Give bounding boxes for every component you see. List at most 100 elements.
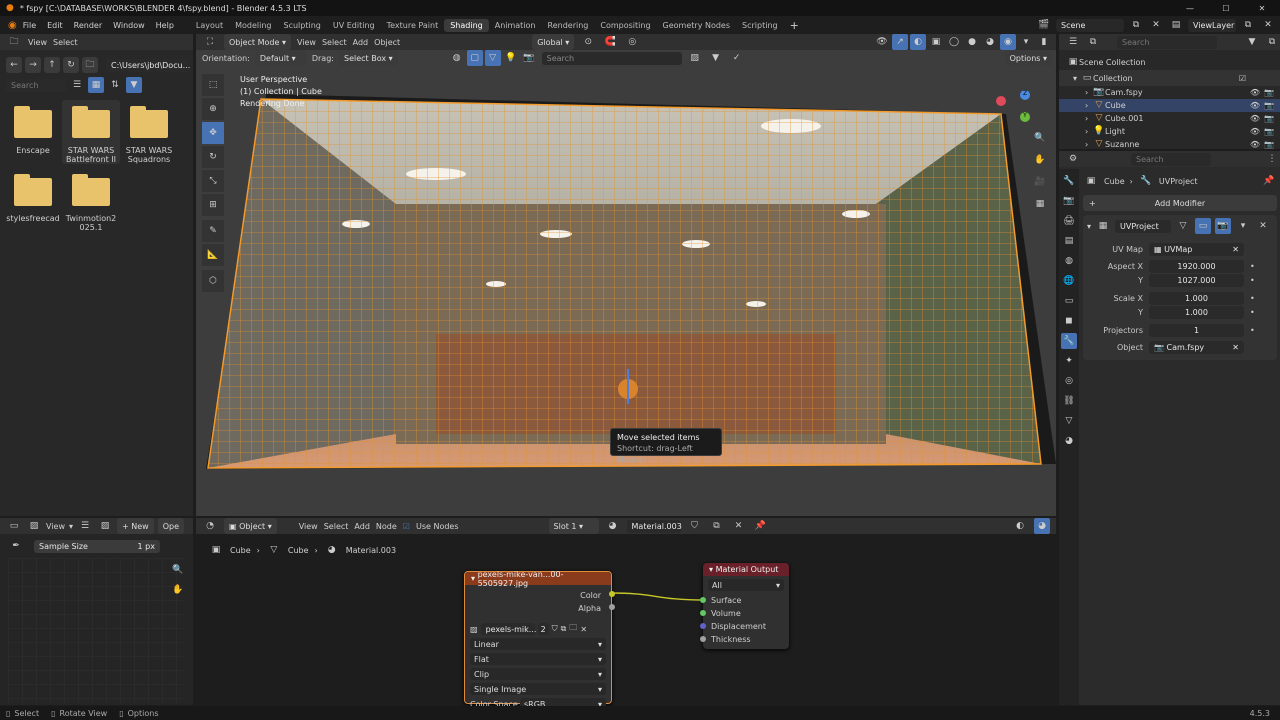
projectors-field[interactable]: 1 bbox=[1149, 323, 1244, 337]
back-icon[interactable]: ← bbox=[6, 57, 22, 73]
properties-options-icon[interactable]: ⋮ bbox=[1264, 151, 1280, 167]
annotate-tool-icon[interactable]: ✎ bbox=[202, 220, 224, 242]
pivot-icon[interactable]: ⊙ bbox=[580, 34, 596, 50]
menu-file[interactable]: File bbox=[23, 21, 36, 30]
menu-render[interactable]: Render bbox=[74, 21, 102, 30]
image-unlink-icon[interactable]: ✕ bbox=[580, 625, 587, 634]
projection-dropdown[interactable]: Flat ▾ bbox=[470, 653, 606, 665]
image-users-count[interactable]: 2 bbox=[537, 623, 549, 635]
gizmo-y-axis[interactable]: Y bbox=[1020, 112, 1030, 122]
filter-icon[interactable]: ▼ bbox=[126, 77, 142, 93]
render-layer-icon[interactable]: ◍ bbox=[449, 50, 465, 66]
ie-pan-icon[interactable]: ✋ bbox=[170, 582, 186, 598]
light-filter-icon[interactable]: 💡 bbox=[503, 50, 519, 66]
viewlayer-close-icon[interactable]: ✕ bbox=[1260, 17, 1276, 33]
ie-menu-icon[interactable]: ☰ bbox=[77, 518, 93, 534]
fb-view-menu[interactable]: View bbox=[28, 38, 47, 47]
keyframe-dot-icon[interactable]: • bbox=[1250, 308, 1255, 317]
visibility-eye-icon[interactable]: 👁 bbox=[1250, 99, 1260, 112]
viewport-visibility-icon[interactable]: 👁 bbox=[874, 34, 890, 50]
render-camera-icon[interactable]: 📷 bbox=[1264, 86, 1274, 99]
pan-hand-icon[interactable]: ✋ bbox=[1032, 152, 1048, 168]
visibility-eye-icon[interactable]: 👁 bbox=[1250, 125, 1260, 138]
camera-view-icon[interactable]: 🎥 bbox=[1032, 174, 1048, 190]
add-modifier-button[interactable]: + Add Modifier bbox=[1083, 195, 1277, 211]
fb-path-field[interactable]: C:\Users\jbd\Docu... bbox=[106, 58, 190, 72]
object-tab-icon[interactable]: ◼ bbox=[1061, 313, 1077, 329]
output-tab-icon[interactable]: 🖨 bbox=[1061, 213, 1077, 229]
aspect-x-field[interactable]: 1920.000 bbox=[1149, 259, 1244, 273]
workspace-tab-geometry-nodes[interactable]: Geometry Nodes bbox=[657, 19, 736, 32]
move-tool-icon[interactable]: ✥ bbox=[202, 122, 224, 144]
interpolation-dropdown[interactable]: Linear ▾ bbox=[470, 638, 606, 650]
sample-size-field[interactable]: Sample Size 1 px bbox=[34, 539, 160, 553]
outliner-editor-icon[interactable]: ☰ bbox=[1065, 34, 1081, 50]
render-camera-icon[interactable]: 📷 bbox=[1264, 138, 1274, 151]
workspace-tab-compositing[interactable]: Compositing bbox=[594, 19, 656, 32]
new-collection-icon[interactable]: ⧉ bbox=[1264, 34, 1280, 50]
modifier-menu-icon[interactable]: ▾ bbox=[1235, 218, 1251, 234]
vp-menu-object[interactable]: Object bbox=[374, 38, 400, 47]
data-tab-icon[interactable]: ▽ bbox=[1061, 413, 1077, 429]
viewlayer-icon[interactable]: ▤ bbox=[1168, 17, 1184, 33]
scene-close-icon[interactable]: ✕ bbox=[1148, 17, 1164, 33]
constraints-tab-icon[interactable]: ⛓ bbox=[1061, 393, 1077, 409]
new-folder-icon[interactable]: 🗀 bbox=[82, 57, 98, 73]
snap-icon[interactable]: 🧲 bbox=[602, 34, 618, 50]
proportional-edit-icon[interactable]: ◎ bbox=[624, 34, 640, 50]
overlays-toggle-icon[interactable]: ◐ bbox=[910, 34, 926, 50]
drag-dropdown[interactable]: Select Box ▾ bbox=[338, 50, 398, 66]
folder-item[interactable]: stylesfreecad bbox=[4, 168, 62, 232]
list-view-icon[interactable]: ☰ bbox=[69, 77, 85, 93]
pin-icon[interactable]: 📌 bbox=[1261, 173, 1277, 189]
ie-zoom-icon[interactable]: 🔍 bbox=[170, 562, 186, 578]
viewlayer-selector[interactable]: ViewLayer bbox=[1188, 18, 1236, 32]
menu-help[interactable]: Help bbox=[156, 21, 174, 30]
render-tab-icon[interactable]: 📷 bbox=[1061, 193, 1077, 209]
mesh-filter-icon[interactable]: ▽ bbox=[484, 50, 501, 66]
scene-collection-row[interactable]: ▣ Scene Collection bbox=[1067, 54, 1280, 70]
image-name-field[interactable]: pexels-mik... bbox=[480, 623, 536, 635]
view-layer-tab-icon[interactable]: ▤ bbox=[1061, 233, 1077, 249]
image-fake-user-icon[interactable]: ⛉ bbox=[552, 624, 558, 634]
rotate-tool-icon[interactable]: ↻ bbox=[202, 146, 224, 168]
image-browse-icon[interactable]: ▨ bbox=[97, 518, 113, 534]
camera-filter-icon[interactable]: 📷 bbox=[521, 50, 537, 66]
render-camera-icon[interactable]: 📷 bbox=[1264, 125, 1274, 138]
properties-search-input[interactable]: Search bbox=[1131, 152, 1211, 166]
scene-tab-icon[interactable]: ◍ bbox=[1061, 253, 1077, 269]
keyframe-dot-icon[interactable]: • bbox=[1250, 276, 1255, 285]
gizmo-z-axis[interactable]: Z bbox=[1020, 90, 1030, 100]
visibility-eye-icon[interactable]: 👁 bbox=[1250, 112, 1260, 125]
refresh-icon[interactable]: ↻ bbox=[63, 57, 79, 73]
physics-tab-icon[interactable]: ◎ bbox=[1061, 373, 1077, 389]
output-node-header[interactable]: ▾ Material Output bbox=[703, 563, 789, 576]
material-output-node[interactable]: ▾ Material Output All ▾ Surface Volume Di… bbox=[700, 563, 789, 649]
xray-toggle-icon[interactable]: ▣ bbox=[928, 34, 944, 50]
gizmo-x-axis[interactable] bbox=[996, 96, 1006, 106]
volume-input-socket[interactable] bbox=[700, 610, 706, 616]
modifier-name-field[interactable]: UVProject bbox=[1115, 219, 1172, 233]
workspace-tab-modeling[interactable]: Modeling bbox=[229, 19, 277, 32]
object-filter-icon[interactable]: ▢ bbox=[466, 50, 483, 66]
scene-selector-icon[interactable]: 🎬 bbox=[1036, 17, 1052, 33]
expand-arrow-icon[interactable]: › bbox=[1085, 86, 1093, 99]
visibility-eye-icon[interactable]: 👁 bbox=[1250, 138, 1260, 151]
modifier-delete-icon[interactable]: ✕ bbox=[1255, 218, 1271, 234]
transform-tool-icon[interactable]: ⊞ bbox=[202, 194, 224, 216]
image-browse-icon[interactable]: ▨ bbox=[470, 625, 478, 634]
image-texture-node[interactable]: ▾ pexels-mike-van...00-5505927.jpg Color… bbox=[464, 570, 615, 710]
object-mode-dropdown[interactable]: Object Mode ▾ bbox=[224, 34, 291, 50]
material-tab-icon[interactable]: ◕ bbox=[1061, 433, 1077, 449]
surface-input-socket[interactable] bbox=[700, 597, 706, 603]
projector-object-field[interactable]: 📷 Cam.fspy ✕ bbox=[1149, 340, 1244, 354]
workspace-tab-scripting[interactable]: Scripting bbox=[736, 19, 784, 32]
open-image-button[interactable]: Ope bbox=[157, 518, 184, 534]
output-target-dropdown[interactable]: All ▾ bbox=[708, 579, 784, 591]
shading-wireframe-icon[interactable]: ◯ bbox=[946, 34, 962, 50]
filter-funnel-icon[interactable]: ▼ bbox=[708, 50, 724, 66]
image-icon[interactable]: ▨ bbox=[687, 50, 703, 66]
folder-item[interactable]: Enscape bbox=[4, 100, 62, 164]
select-tool-icon[interactable]: ⬚ bbox=[202, 74, 224, 96]
folder-item[interactable]: Twinmotion2 025.1 bbox=[62, 168, 120, 232]
